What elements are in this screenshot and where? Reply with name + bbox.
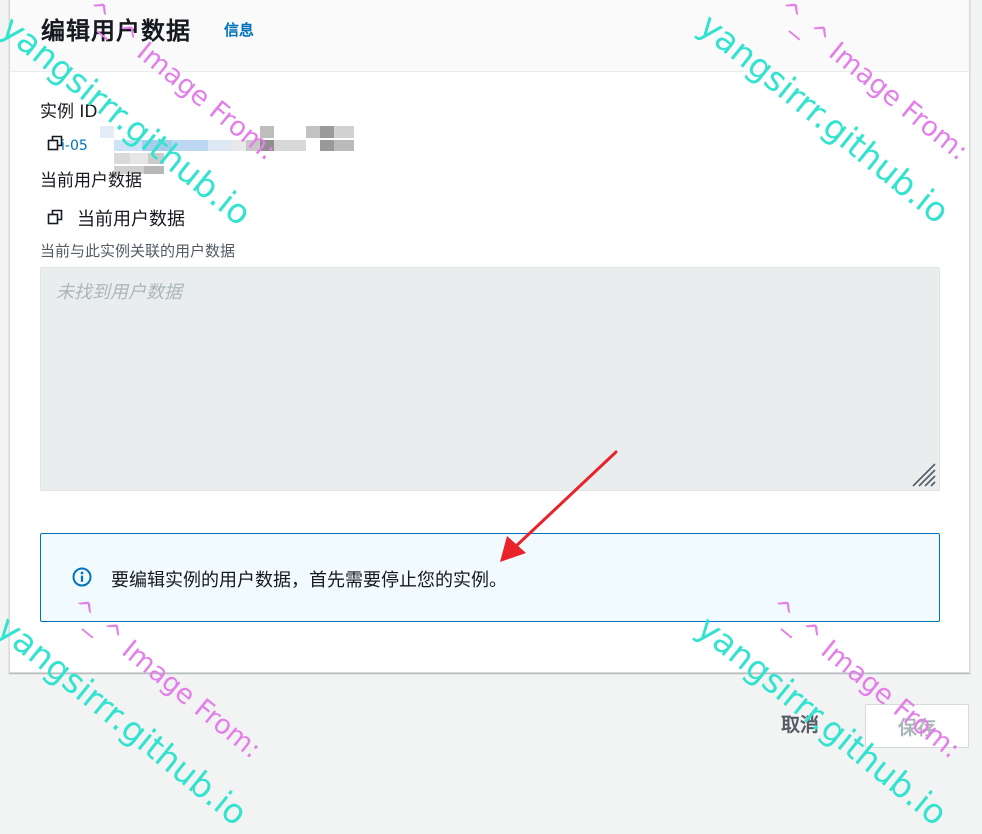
user-data-textarea[interactable]: 未找到用户数据	[40, 267, 940, 491]
panel-header: 编辑用户数据 信息	[10, 0, 969, 72]
copy-icon[interactable]	[47, 209, 63, 225]
alert-message: 要编辑实例的用户数据，首先需要停止您的实例。	[111, 570, 507, 591]
user-data-placeholder: 未找到用户数据	[56, 282, 182, 303]
user-data-section-label: 当前用户数据	[40, 171, 142, 191]
info-alert: 要编辑实例的用户数据，首先需要停止您的实例。	[40, 533, 940, 622]
page-title: 编辑用户数据	[41, 17, 191, 45]
info-link[interactable]: 信息	[224, 19, 254, 40]
cancel-button[interactable]: 取消	[760, 703, 840, 743]
instance-id-value[interactable]: i-05	[61, 138, 88, 154]
info-circle-icon	[72, 567, 92, 587]
copy-user-data-link[interactable]: 当前用户数据	[77, 205, 185, 231]
resize-grip-icon[interactable]	[911, 462, 937, 488]
user-data-description: 当前与此实例关联的用户数据	[40, 242, 236, 260]
instance-id-label: 实例 ID	[40, 102, 98, 122]
save-button[interactable]: 保存	[865, 704, 969, 748]
